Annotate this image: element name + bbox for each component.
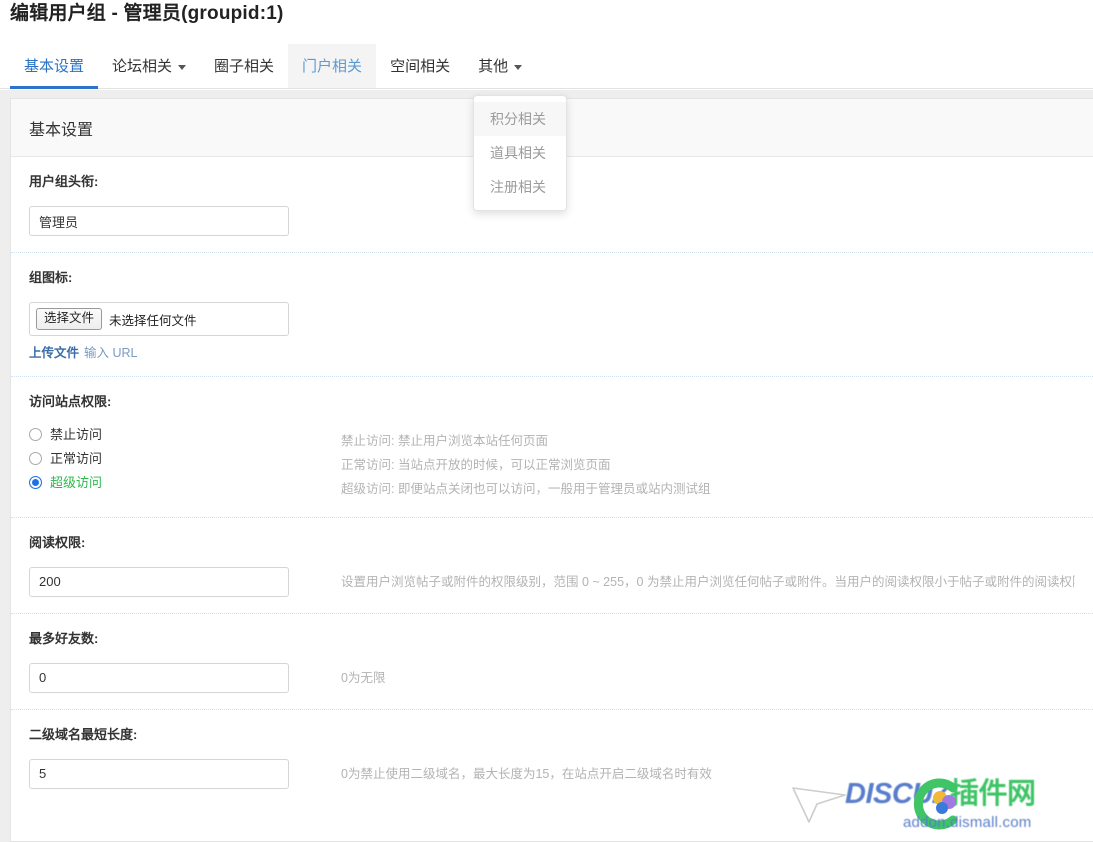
dropdown-item-register[interactable]: 注册相关 bbox=[474, 170, 566, 204]
description-line: 0为无限 bbox=[341, 670, 386, 685]
field-description: 0为禁止使用二级域名，最大长度为15，在站点开启二级域名时有效 bbox=[289, 759, 1075, 786]
form-row-read-access: 阅读权限: 设置用户浏览帖子或附件的权限级别，范围 0 ~ 255，0 为禁止用… bbox=[11, 518, 1093, 614]
max-friends-input[interactable] bbox=[29, 662, 289, 693]
radio-label: 超级访问 bbox=[50, 474, 103, 490]
tab-bar: 基本设置 论坛相关 圈子相关 门户相关 空间相关 其他 bbox=[0, 44, 1093, 89]
radio-label: 正常访问 bbox=[50, 450, 103, 466]
radio-label: 禁止访问 bbox=[50, 426, 103, 442]
tab-basic-settings[interactable]: 基本设置 bbox=[10, 44, 99, 89]
form-row-max-friends: 最多好友数: 0为无限 bbox=[11, 614, 1093, 710]
form-row-group-icon: 组图标: 选择文件 未选择任何文件 上传文件 输入 URL bbox=[11, 253, 1093, 377]
description-line: 正常访问: 当站点开放的时候，可以正常浏览页面 bbox=[341, 457, 611, 472]
tab-portal-related[interactable]: 门户相关 bbox=[288, 44, 377, 88]
panel-heading: 基本设置 bbox=[29, 121, 94, 139]
field-label: 访问站点权限: bbox=[29, 393, 112, 409]
file-link-group: 上传文件 输入 URL bbox=[29, 347, 289, 360]
tab-label: 圈子相关 bbox=[214, 57, 275, 75]
tab-label: 论坛相关 bbox=[112, 57, 173, 75]
field-description: 禁止访问: 禁止用户浏览本站任何页面 正常访问: 当站点开放的时候，可以正常浏览… bbox=[289, 426, 1075, 501]
group-title-input[interactable] bbox=[29, 206, 289, 236]
description-line: 0为禁止使用二级域名，最大长度为15，在站点开启二级域名时有效 bbox=[341, 766, 712, 781]
field-description bbox=[289, 206, 1075, 209]
choose-file-button[interactable]: 选择文件 bbox=[36, 308, 103, 330]
tab-forum-related[interactable]: 论坛相关 bbox=[98, 44, 200, 88]
field-label: 二级域名最短长度: bbox=[29, 726, 138, 742]
group-icon-file-input[interactable]: 选择文件 未选择任何文件 bbox=[29, 302, 289, 336]
tab-label: 门户相关 bbox=[302, 57, 363, 75]
chevron-down-icon bbox=[514, 64, 523, 70]
radio-option-forbid[interactable]: 禁止访问 bbox=[29, 426, 289, 442]
tab-label: 空间相关 bbox=[390, 57, 451, 75]
radio-icon bbox=[29, 451, 42, 465]
field-description: 0为无限 bbox=[289, 663, 1075, 690]
page-title: 编辑用户组 - 管理员(groupid:1) bbox=[10, 3, 284, 24]
dropdown-item-credits[interactable]: 积分相关 bbox=[474, 102, 566, 137]
description-line: 超级访问: 即便站点关闭也可以访问，一般用于管理员或站内测试组 bbox=[341, 481, 711, 496]
form-row-domain-min-length: 二级域名最短长度: 0为禁止使用二级域名，最大长度为15，在站点开启二级域名时有… bbox=[11, 710, 1093, 805]
field-description bbox=[289, 302, 1075, 305]
others-dropdown-menu: 积分相关 道具相关 注册相关 bbox=[473, 95, 567, 212]
upload-file-link[interactable]: 上传文件 bbox=[29, 346, 79, 360]
radio-icon-checked bbox=[29, 475, 42, 489]
domain-min-length-input[interactable] bbox=[29, 758, 289, 789]
description-line: 禁止访问: 禁止用户浏览本站任何页面 bbox=[341, 433, 548, 448]
form-row-site-access: 访问站点权限: 禁止访问 正常访问 超级访问 禁止访问: 禁止用户浏览本站任何页… bbox=[11, 377, 1093, 518]
input-url-link[interactable]: 输入 URL bbox=[84, 346, 137, 360]
site-access-radio-group: 禁止访问 正常访问 超级访问 bbox=[29, 426, 289, 489]
field-description: 设置用户浏览帖子或附件的权限级别，范围 0 ~ 255，0 为禁止用户浏览任何帖… bbox=[289, 567, 1075, 594]
app-root: 编辑用户组 - 管理员(groupid:1) 基本设置 论坛相关 圈子相关 门户… bbox=[0, 0, 1093, 842]
file-status-text: 未选择任何文件 bbox=[109, 313, 197, 328]
tab-group-related[interactable]: 圈子相关 bbox=[200, 44, 288, 88]
dropdown-item-magics[interactable]: 道具相关 bbox=[474, 136, 566, 170]
field-label: 阅读权限: bbox=[29, 534, 86, 550]
field-label: 组图标: bbox=[29, 270, 73, 285]
tab-others[interactable]: 其他 bbox=[464, 44, 536, 88]
chevron-down-icon bbox=[178, 64, 187, 70]
tab-space-related[interactable]: 空间相关 bbox=[376, 44, 464, 88]
radio-option-normal[interactable]: 正常访问 bbox=[29, 450, 289, 466]
settings-form: 用户组头衔: 组图标: 选择文件 未选择任何文件 bbox=[11, 157, 1093, 805]
field-label: 最多好友数: bbox=[29, 630, 99, 646]
read-access-input[interactable] bbox=[29, 566, 289, 597]
tab-label: 基本设置 bbox=[24, 57, 85, 75]
tab-label: 其他 bbox=[478, 57, 509, 75]
radio-option-super[interactable]: 超级访问 bbox=[29, 474, 289, 490]
description-line: 设置用户浏览帖子或附件的权限级别，范围 0 ~ 255，0 为禁止用户浏览任何帖… bbox=[341, 574, 1075, 589]
radio-icon bbox=[29, 427, 42, 441]
